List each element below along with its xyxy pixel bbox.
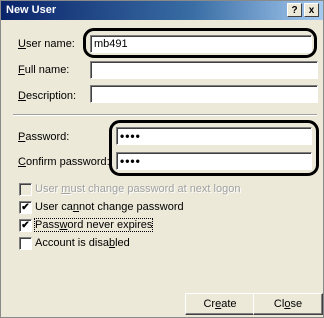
checkbox-label: Password never expires	[33, 218, 154, 232]
description-label: Description:	[18, 90, 77, 102]
checkmark-icon[interactable]: ✔	[19, 219, 32, 232]
title-bar[interactable]: New User ? x	[1, 1, 323, 20]
password-label: Password:	[18, 131, 70, 143]
username-input[interactable]: mb491	[90, 35, 312, 53]
confirm-password-label: Confirm password:	[18, 156, 110, 168]
checkmark-icon[interactable]: ✔	[19, 201, 32, 214]
password-input[interactable]: ••••	[116, 127, 312, 145]
checkbox-box	[19, 183, 32, 196]
fullname-label: Full name:	[18, 64, 70, 76]
new-user-dialog: New User ? x User name: mb491 Full name:…	[0, 0, 324, 318]
close-window-button[interactable]: x	[304, 3, 319, 17]
section-divider	[13, 114, 317, 116]
help-button[interactable]: ?	[287, 3, 302, 17]
fullname-input[interactable]	[90, 61, 318, 79]
username-label: User name:	[18, 38, 75, 50]
checkbox-label: User must change password at next logon	[35, 183, 241, 195]
description-input[interactable]	[90, 85, 318, 103]
checkbox-label: Account is disabled	[35, 237, 130, 249]
dialog-title: New User	[6, 4, 57, 16]
checkbox-label: User cannot change password	[35, 201, 184, 213]
create-button[interactable]: Create	[185, 293, 255, 315]
confirm-password-input[interactable]: ••••	[116, 152, 312, 170]
close-button[interactable]: Close	[253, 293, 323, 315]
checkbox-box[interactable]	[19, 237, 32, 250]
